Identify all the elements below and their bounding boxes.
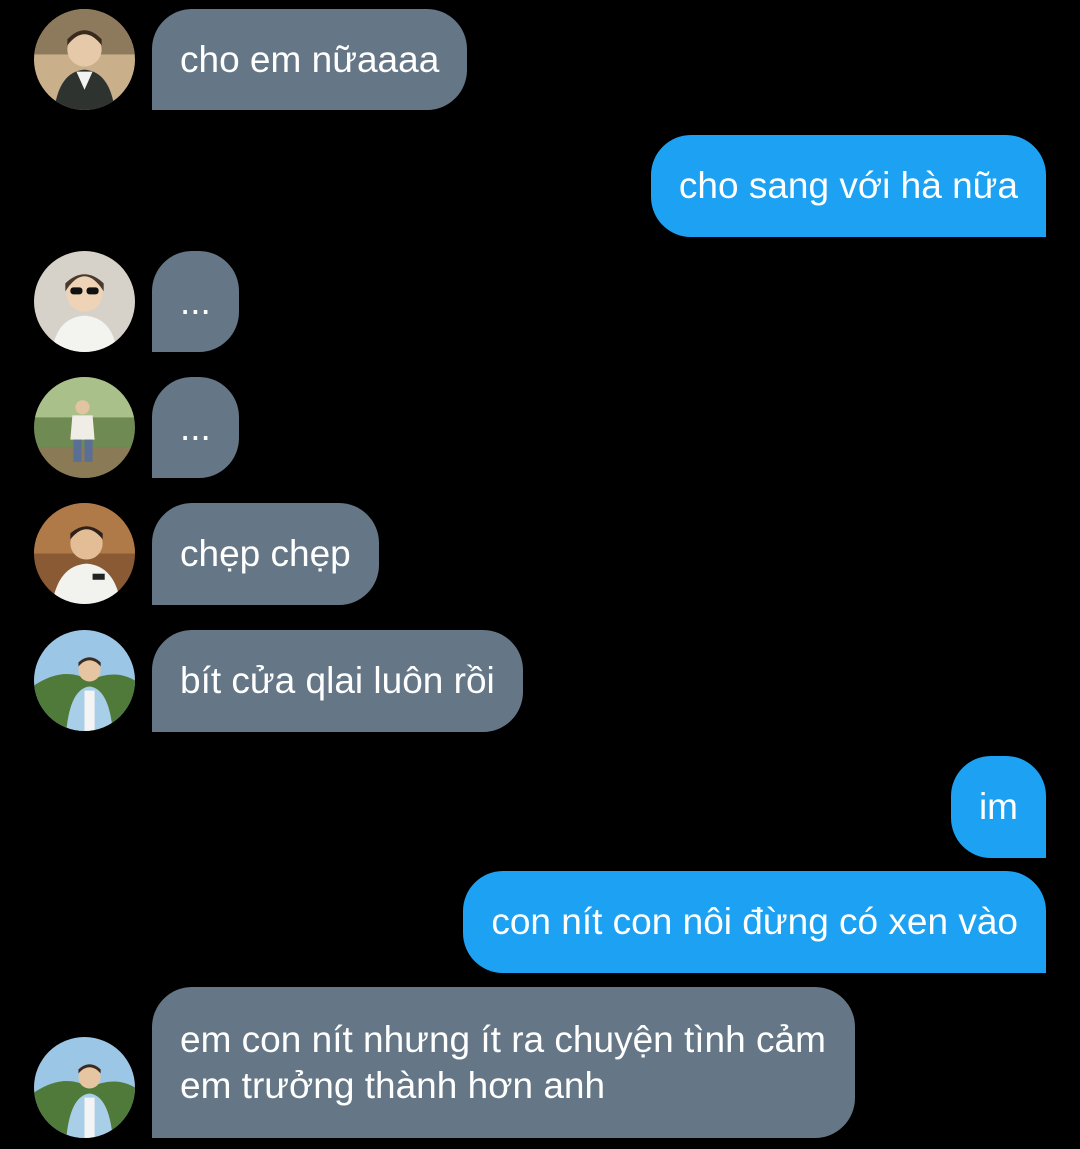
message-text: em con nít nhưng ít ra chuyện tình cảm e… bbox=[180, 1018, 826, 1106]
message-bubble[interactable]: em con nít nhưng ít ra chuyện tình cảm e… bbox=[152, 987, 855, 1138]
message-bubble[interactable]: im bbox=[950, 756, 1046, 858]
message-text: cho em nữaaaa bbox=[180, 38, 440, 80]
message-text: bít cửa qlai luôn rồi bbox=[180, 660, 495, 701]
message-bubble[interactable]: ... bbox=[152, 377, 239, 478]
message-text: cho sang với hà nữa bbox=[678, 165, 1018, 206]
avatar[interactable] bbox=[34, 377, 135, 478]
message-text: ... bbox=[180, 280, 211, 322]
avatar[interactable] bbox=[34, 503, 135, 604]
message-bubble[interactable]: chẹp chẹp bbox=[152, 503, 379, 605]
message-bubble[interactable]: cho sang với hà nữa bbox=[650, 135, 1046, 237]
avatar[interactable] bbox=[34, 251, 135, 352]
message-bubble[interactable]: cho em nữaaaa bbox=[152, 9, 468, 110]
message-bubble[interactable]: ... bbox=[152, 251, 239, 352]
message-text: im bbox=[978, 786, 1018, 827]
message-text: con nít con nôi đừng có xen vào bbox=[491, 901, 1018, 942]
message-bubble[interactable]: bít cửa qlai luôn rồi bbox=[152, 630, 523, 732]
message-text: ... bbox=[180, 406, 211, 448]
avatar[interactable] bbox=[34, 9, 135, 110]
avatar[interactable] bbox=[34, 1037, 135, 1138]
message-bubble[interactable]: con nít con nôi đừng có xen vào bbox=[463, 871, 1046, 973]
avatar[interactable] bbox=[34, 630, 135, 731]
message-text: chẹp chẹp bbox=[180, 533, 351, 574]
